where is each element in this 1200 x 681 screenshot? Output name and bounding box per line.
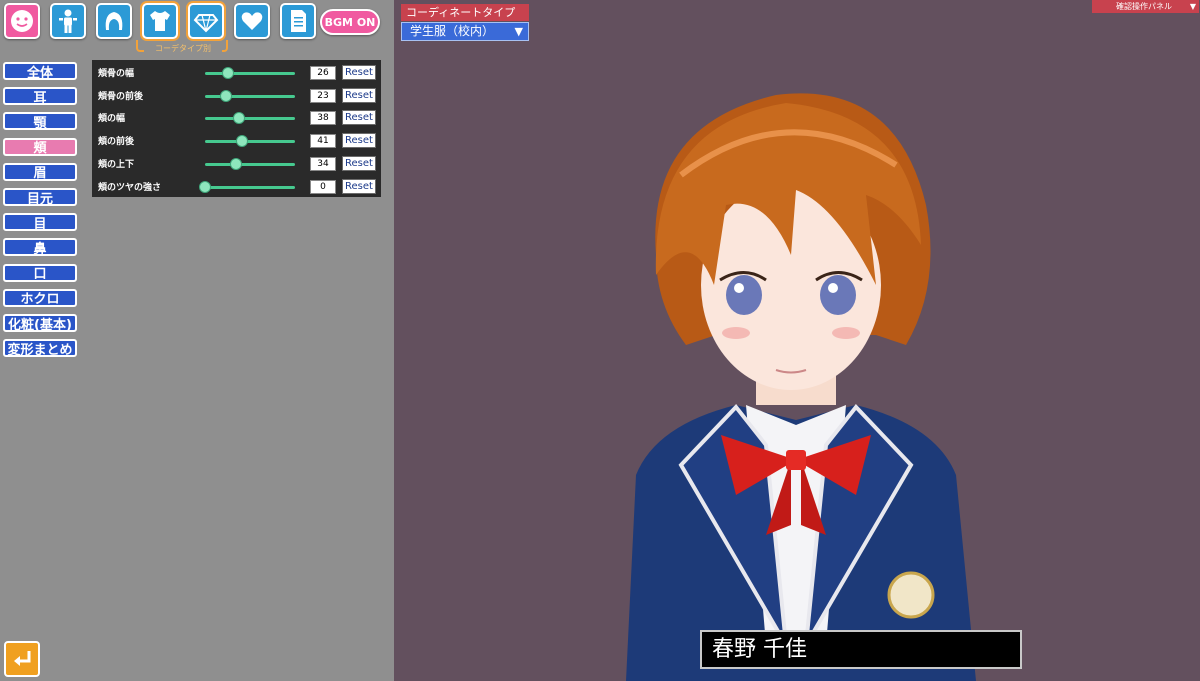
category-button[interactable]: 鼻	[3, 238, 77, 257]
bgm-toggle-button[interactable]: BGM ON	[320, 9, 380, 35]
slider-panel: 頬骨の幅 26 Reset 頬骨の前後 23 Reset 頬の幅 38 Reset 頬の前後 41 R…	[92, 60, 381, 197]
reset-button[interactable]: Reset	[342, 155, 376, 171]
slider-track[interactable]	[205, 117, 295, 121]
coordinate-type-value: 学生服（校内）	[410, 24, 495, 38]
category-button[interactable]: 変形まとめ	[3, 339, 77, 358]
category-button[interactable]: 口	[3, 263, 77, 282]
slider-value-field[interactable]: 41	[310, 134, 336, 149]
slider-handle[interactable]	[219, 89, 232, 102]
slider-row: 頬骨の前後 23 Reset	[92, 85, 381, 105]
slider-label: 頬骨の幅	[98, 69, 135, 79]
slider-handle[interactable]	[229, 157, 242, 170]
slider-row: 頬の上下 34 Reset	[92, 153, 381, 173]
back-button[interactable]	[4, 641, 40, 677]
slider-row: 頬骨の幅 26 Reset	[92, 62, 381, 82]
reset-button[interactable]: Reset	[342, 65, 376, 80]
body-icon	[59, 9, 77, 33]
category-button[interactable]: 頬	[3, 137, 77, 156]
category-button[interactable]: 耳	[3, 87, 77, 106]
chevron-down-icon: ▼	[514, 25, 523, 38]
category-button[interactable]: 眉	[3, 162, 77, 181]
return-icon	[14, 651, 31, 666]
heart-category-button[interactable]	[234, 3, 270, 39]
document-category-button[interactable]	[280, 3, 316, 39]
coordinate-group-label: コーデタイプ別	[144, 43, 222, 54]
reset-button[interactable]: Reset	[342, 178, 376, 194]
heart-icon	[241, 12, 263, 30]
reset-button[interactable]: Reset	[342, 87, 376, 103]
slider-row: 頬の前後 41 Reset	[92, 130, 381, 150]
category-button[interactable]: ホクロ	[3, 288, 77, 307]
slider-value-field[interactable]: 0	[310, 179, 336, 194]
slider-track[interactable]	[205, 140, 295, 144]
slider-label: 頬のツヤの強さ	[98, 182, 162, 193]
slider-row: 頬の幅 38 Reset	[92, 107, 381, 127]
slider-row: 頬のツヤの強さ 0 Reset	[92, 176, 381, 196]
slider-track[interactable]	[205, 185, 295, 189]
slider-track[interactable]	[205, 72, 295, 75]
document-icon	[291, 10, 306, 32]
reset-button[interactable]: Reset	[342, 110, 376, 126]
category-button[interactable]: 顎	[3, 112, 77, 131]
category-button[interactable]: 全体	[3, 62, 77, 81]
clothes-icon	[150, 11, 170, 31]
chevron-down-icon: ▼	[1189, 2, 1196, 11]
slider-handle[interactable]	[235, 135, 248, 148]
category-button[interactable]: 化粧(基本)	[3, 314, 77, 333]
slider-handle[interactable]	[233, 112, 246, 125]
reset-button[interactable]: Reset	[342, 133, 376, 149]
category-button[interactable]: 目	[3, 213, 77, 232]
face-icon	[11, 10, 33, 32]
slider-handle[interactable]	[199, 180, 211, 193]
category-button[interactable]: 目元	[3, 188, 77, 207]
accessory-icon	[193, 14, 219, 33]
slider-label: 頬骨の前後	[98, 91, 144, 102]
clothes-category-button[interactable]	[142, 3, 178, 39]
slider-label: 頬の幅	[98, 114, 126, 125]
face-category-button[interactable]	[4, 3, 40, 39]
slider-value-field[interactable]: 34	[310, 156, 336, 171]
slider-track[interactable]	[205, 162, 295, 166]
coordinate-type-dropdown[interactable]: 学生服（校内） ▼	[401, 22, 529, 41]
slider-value-field[interactable]: 38	[310, 111, 336, 126]
body-category-button[interactable]	[50, 3, 86, 39]
slider-track[interactable]	[205, 94, 295, 98]
confirm-panel-label: 確認操作パネル	[1116, 2, 1172, 11]
slider-handle[interactable]	[222, 67, 235, 79]
hair-category-button[interactable]	[96, 3, 132, 39]
left-panel: コーデタイプ別 BGM ON 全体耳顎頬眉目元目鼻口ホクロ化粧(基本) 変形まとめ…	[0, 0, 394, 681]
coordinate-type-header: コーディネートタイプ	[401, 4, 529, 21]
character-name-box: 春野 千佳	[700, 630, 1022, 669]
accessory-category-button[interactable]	[188, 3, 224, 39]
slider-value-field[interactable]: 26	[310, 66, 336, 80]
character-model	[626, 93, 976, 681]
hair-icon	[105, 12, 123, 30]
confirm-operation-panel[interactable]: 確認操作パネル ▼	[1092, 0, 1199, 13]
slider-label: 頬の上下	[98, 159, 135, 170]
slider-label: 頬の前後	[98, 137, 135, 148]
slider-value-field[interactable]: 23	[310, 88, 336, 103]
